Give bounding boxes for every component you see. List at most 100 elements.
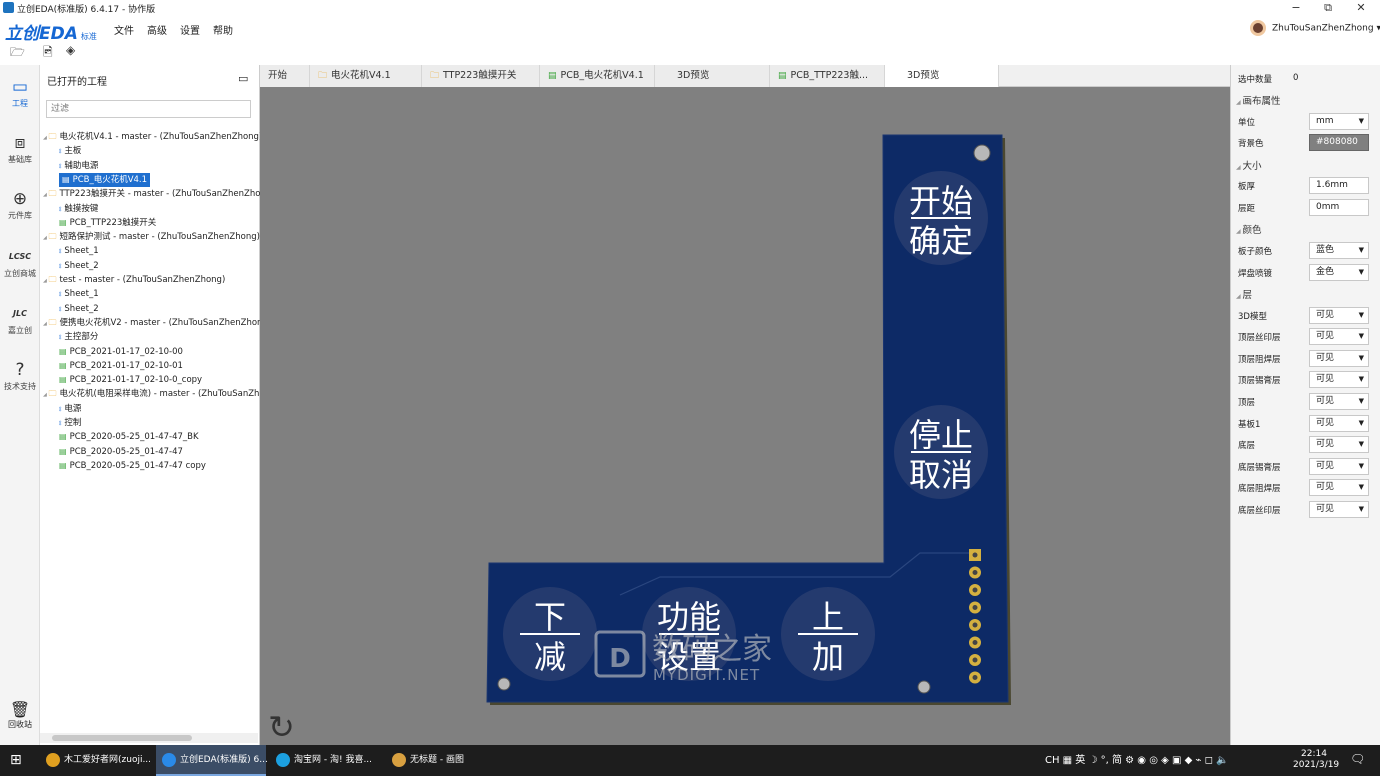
property-select[interactable]: mm ▼: [1309, 112, 1369, 130]
mounting-hole: [917, 680, 931, 694]
property-value: 蓝色: [1316, 244, 1335, 255]
menu-settings[interactable]: 设置: [180, 22, 200, 37]
folder-icon[interactable]: ▭: [238, 72, 248, 85]
tree-project[interactable]: ◢ 🗀 便携电火花机V2 - master - (ZhuTouSanZhenZho…: [43, 316, 271, 330]
property-select[interactable]: 可见 ▼: [1309, 501, 1369, 518]
property-select[interactable]: 可见 ▼: [1309, 414, 1369, 432]
tree-item[interactable]: ⦂ Sheet_1: [59, 244, 99, 258]
recycle-bin[interactable]: 🗑 回收站: [0, 700, 40, 730]
tree-item[interactable]: ⦂ Sheet_2: [59, 259, 99, 273]
property-select[interactable]: 金色 ▼: [1309, 263, 1369, 281]
tree-project[interactable]: ◢ 🗀 test - master - (ZhuTouSanZhenZhong): [43, 273, 225, 287]
property-select[interactable]: 蓝色 ▼: [1309, 241, 1369, 259]
start-button[interactable]: ⊞: [10, 752, 22, 768]
menu-advanced[interactable]: 高级: [147, 22, 167, 37]
pcb-3d-view: 开始确定停止取消下减功能设置上加 D 数码之家 MYDIGIT.NET: [486, 134, 1011, 705]
task-label: 立创EDA(标准版) 6...: [180, 755, 268, 765]
tab-pcb-2[interactable]: ▤ PCB_TTP223触...: [770, 65, 885, 87]
rail-project[interactable]: ▭ 工程: [0, 77, 40, 109]
close-button[interactable]: ✕: [1346, 0, 1376, 16]
rail-jlc[interactable]: JLC 嘉立创: [0, 304, 40, 336]
property-value: 可见: [1316, 309, 1335, 320]
property-select[interactable]: 可见 ▼: [1309, 306, 1369, 324]
minimize-button[interactable]: −: [1281, 0, 1311, 16]
tree-label: PCB_电火花机V4.1: [72, 174, 148, 185]
pcb-icon: ▤: [59, 375, 67, 385]
pin-hole: [972, 675, 978, 680]
clock[interactable]: 22:14 2021/3/19: [1293, 749, 1340, 771]
pcb-icon: ▤: [59, 217, 67, 227]
menu-help[interactable]: 帮助: [213, 22, 233, 37]
tree-item[interactable]: ⦂ 辅助电源: [59, 159, 98, 173]
user-menu[interactable]: ZhuTouSanZhenZhong ▾: [1250, 20, 1380, 38]
rail-label: 立创商城: [4, 269, 36, 278]
property-select[interactable]: 可见 ▼: [1309, 457, 1369, 475]
tree-project[interactable]: ◢ 🗀 TTP223触摸开关 - master - (ZhuTouSanZhenZ…: [43, 187, 275, 201]
task-paint[interactable]: 无标题 - 画图: [386, 745, 498, 776]
color-picker[interactable]: #808080: [1309, 134, 1369, 152]
property-value: 可见: [1316, 504, 1335, 514]
schematic-icon: ⦂: [59, 418, 62, 427]
tree-item[interactable]: ▤ PCB_2020-05-25_01-47-47_BK: [59, 430, 199, 444]
restore-button[interactable]: ⧉: [1313, 0, 1343, 16]
tree-item[interactable]: ⦂ Sheet_1: [59, 287, 99, 301]
property-input[interactable]: 0mm: [1309, 198, 1369, 216]
image-icon[interactable]: 🖻: [43, 43, 53, 64]
tree-project[interactable]: ◢ 🗀 短路保护测试 - master - (ZhuTouSanZhenZhong…: [43, 230, 260, 244]
property-select[interactable]: 可见 ▼: [1309, 349, 1369, 367]
tree-item[interactable]: ▤ PCB_2021-01-17_02-10-00: [59, 345, 183, 359]
tree-item[interactable]: ▤ PCB_2021-01-17_02-10-01: [59, 359, 183, 373]
tab-3d-active[interactable]: 3D预览: [885, 65, 999, 87]
pin-hole: [972, 640, 978, 645]
filter-input[interactable]: [46, 100, 251, 118]
folder-icon: 🗀: [48, 189, 57, 199]
reload-icon[interactable]: ↻: [268, 708, 295, 746]
property-value: 可见: [1316, 374, 1335, 385]
property-input[interactable]: 1.6mm: [1309, 177, 1369, 195]
layers-icon[interactable]: ◈: [66, 43, 75, 57]
task-taobao[interactable]: 淘宝网 - 淘! 我喜...: [270, 745, 382, 776]
property-select[interactable]: 可见 ▼: [1309, 436, 1369, 454]
tree-item[interactable]: ⦂ 电源: [59, 402, 81, 416]
property-select[interactable]: 可见 ▼: [1309, 393, 1369, 410]
tree-item[interactable]: ▤ PCB_TTP223触摸开关: [59, 216, 156, 230]
tab-project-2[interactable]: 🗀 TTP223触摸开关: [422, 65, 540, 87]
menu-file[interactable]: 文件: [114, 22, 134, 37]
watermark-cn: 数码之家: [652, 632, 772, 667]
tree-item[interactable]: ⦂ 主控部分: [59, 330, 98, 344]
rail-component-library[interactable]: ⊕ 元件库: [0, 189, 40, 221]
property-label: 底层: [1238, 441, 1256, 452]
tree-item[interactable]: ▤ PCB_2020-05-25_01-47-47: [59, 445, 183, 459]
system-tray[interactable]: CH ▦ 英 ☽ °, 简 ⚙ ◉ ◎ ◈ ▣ ◆ ⌁ ◻ 🔈: [1045, 745, 1229, 776]
task-browser[interactable]: 木工爱好者网(zuoji...: [40, 745, 152, 776]
tree-item[interactable]: ⦂ Sheet_2: [59, 302, 99, 316]
tree-item[interactable]: ⦂ 主板: [59, 144, 81, 158]
notification-icon[interactable]: 🗨: [1350, 752, 1365, 766]
tree-item[interactable]: ▤ PCB_2021-01-17_02-10-0_copy: [59, 373, 202, 387]
dropdown-arrow-icon: ▼: [1358, 461, 1364, 470]
tab-pcb-1[interactable]: ▤ PCB_电火花机V4.1: [540, 65, 655, 87]
property-select[interactable]: 可见 ▼: [1309, 479, 1369, 497]
property-select[interactable]: 可见 ▼: [1309, 328, 1369, 346]
rail-basic-library[interactable]: ⧈ 基础库: [0, 133, 40, 165]
section-header[interactable]: 颜色: [1236, 222, 1262, 236]
section-header[interactable]: 画布属性: [1236, 93, 1281, 107]
task-eda[interactable]: 立创EDA(标准版) 6...: [156, 745, 268, 776]
clock-date: 2021/3/19: [1293, 760, 1340, 770]
tree-project[interactable]: ◢ 🗀 电火花机V4.1 - master - (ZhuTouSanZhenZho…: [43, 130, 262, 144]
section-header[interactable]: 层: [1236, 287, 1253, 301]
tree-item[interactable]: ▤ PCB_2020-05-25_01-47-47 copy: [59, 459, 206, 473]
rail-tech-support[interactable]: ? 技术支持: [0, 360, 40, 392]
tab-start[interactable]: 开始: [260, 65, 310, 87]
tree-item[interactable]: ⦂ 控制: [59, 416, 81, 430]
rail-lcsc-mall[interactable]: LCSC 立创商城: [0, 247, 40, 279]
tree-item[interactable]: ▤ PCB_电火花机V4.1: [59, 172, 151, 187]
tab-3d-1[interactable]: 3D预览: [655, 65, 770, 87]
property-select[interactable]: 可见 ▼: [1309, 371, 1369, 389]
3d-canvas[interactable]: 开始 确定 停止 取消下减功能 设置上加 D 数码之家 MYDIGIT.NET: [260, 87, 1230, 745]
open-folder-icon[interactable]: 🗁: [10, 43, 25, 64]
tree-item[interactable]: ⦂ 触摸按键: [59, 202, 98, 216]
scrollbar-thumb[interactable]: [52, 735, 192, 741]
section-header[interactable]: 大小: [1236, 158, 1262, 172]
tab-project-1[interactable]: 🗀 电火花机V4.1: [310, 65, 422, 87]
